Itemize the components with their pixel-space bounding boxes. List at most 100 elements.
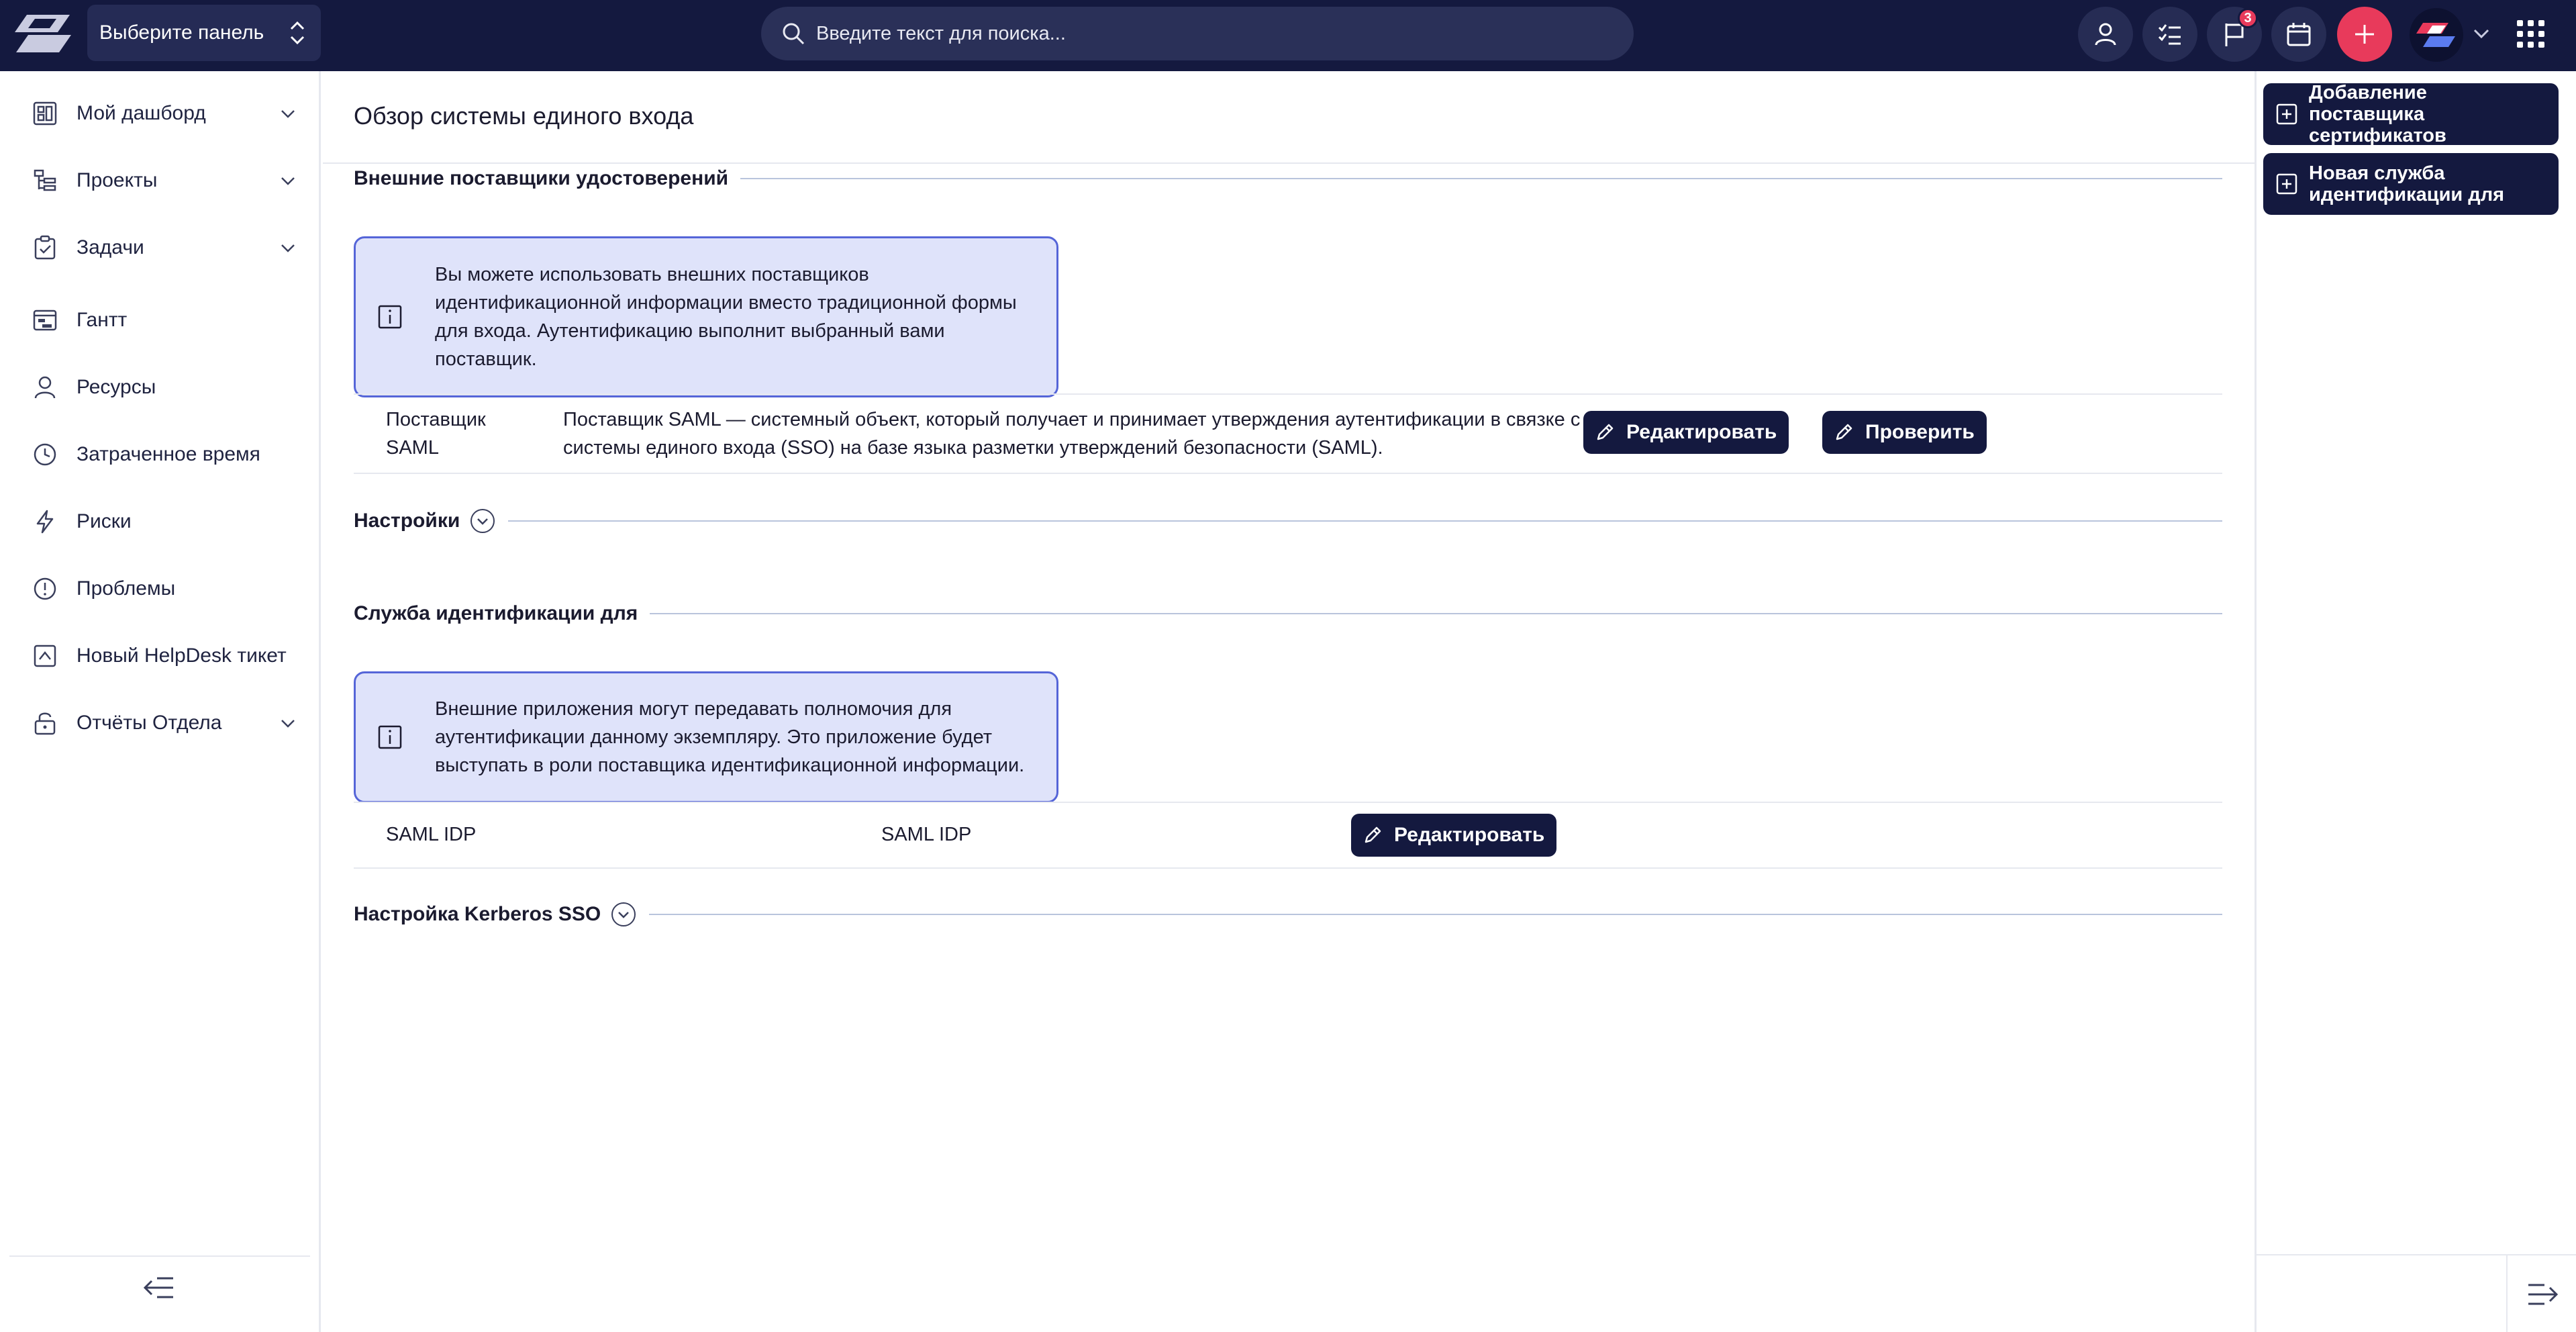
- edit-button-label: Редактировать: [1394, 824, 1545, 846]
- helpdesk-icon: [34, 645, 56, 667]
- right-panel-divider: [2257, 1254, 2576, 1255]
- section-settings[interactable]: Настройки: [354, 508, 2222, 534]
- chevron-down-icon[interactable]: [2472, 24, 2491, 43]
- search-input[interactable]: Введите текст для поиска...: [816, 23, 1066, 45]
- pencil-icon: [1836, 424, 1852, 440]
- collapse-right-panel-icon[interactable]: [2524, 1280, 2559, 1309]
- new-identity-service-label: Новая служба идентификации для: [2309, 162, 2505, 205]
- app-logo[interactable]: [15, 12, 71, 54]
- tasks-icon: [34, 235, 56, 260]
- title-divider: [323, 162, 2255, 164]
- dashboard-icon: [33, 101, 57, 126]
- provider-description: Поставщик SAML — системный объект, котор…: [563, 409, 1681, 459]
- section-kerberos-sso[interactable]: Настройка Kerberos SSO: [354, 901, 2222, 928]
- section-title: Внешние поставщики удостоверений: [354, 167, 729, 189]
- idp-name: SAML IDP: [386, 824, 477, 845]
- sidebar-item-label: Отчёты Отдела: [77, 712, 222, 734]
- table-row-saml-provider: Поставщик SAML Поставщик SAML — системны…: [354, 393, 2222, 474]
- sidebar-item-time-spent[interactable]: Затраченное время: [0, 424, 321, 485]
- sidebar-item-projects[interactable]: Проекты: [0, 150, 321, 211]
- check-button-label: Проверить: [1865, 421, 1975, 443]
- lightning-icon: [36, 510, 54, 534]
- info-box-idp: Вы можете использовать внешних поставщик…: [354, 236, 1058, 397]
- lock-report-icon: [34, 712, 56, 735]
- global-search[interactable]: Введите текст для поиска...: [761, 7, 1634, 60]
- sidebar-item-label: Гантт: [77, 309, 128, 331]
- sidebar-item-label: Задачи: [77, 236, 144, 258]
- clock-icon: [34, 443, 56, 466]
- sidebar-item-risks[interactable]: Риски: [0, 491, 321, 552]
- table-row-saml-idp: SAML IDP SAML IDP Редактировать: [354, 802, 2222, 869]
- sidebar-item-resources[interactable]: Ресурсы: [0, 357, 321, 418]
- plus-square-icon: [2276, 103, 2297, 125]
- sidebar-item-label: Ресурсы: [77, 376, 156, 398]
- sidebar-item-department-reports[interactable]: Отчёты Отдела: [0, 693, 321, 753]
- edit-saml-provider-button[interactable]: Редактировать: [1583, 411, 1789, 454]
- right-panel-divider-vertical: [2506, 1255, 2508, 1332]
- checklist-icon: [2158, 24, 2181, 45]
- alert-circle-icon: [34, 577, 56, 600]
- projects-icon: [34, 169, 56, 191]
- chevron-updown-icon: [290, 21, 305, 45]
- sidebar-item-dashboard[interactable]: Мой дашборд: [0, 83, 321, 144]
- sidebar-item-problems[interactable]: Проблемы: [0, 559, 321, 619]
- checklist-button[interactable]: [2142, 7, 2197, 62]
- edit-saml-idp-button[interactable]: Редактировать: [1351, 814, 1557, 857]
- sidebar-item-label: Риски: [77, 510, 132, 532]
- right-action-panel: Добавление поставщика сертификатов Новая…: [2255, 71, 2576, 1332]
- new-identity-service-button[interactable]: Новая служба идентификации для: [2263, 153, 2559, 215]
- sidebar-divider: [9, 1255, 310, 1257]
- check-saml-provider-button[interactable]: Проверить: [1822, 411, 1987, 454]
- chevron-down-circle-icon[interactable]: [610, 901, 637, 928]
- section-rule: [649, 914, 2222, 915]
- chevron-down-icon[interactable]: [279, 105, 297, 122]
- left-sidebar: Мой дашборд Проекты Задачи Гантт Ресурсы…: [0, 71, 321, 1332]
- sidebar-item-label: Затраченное время: [77, 443, 260, 465]
- idp-type: SAML IDP: [881, 824, 972, 845]
- sidebar-item-label: Мой дашборд: [77, 102, 206, 124]
- pencil-icon: [1365, 826, 1381, 843]
- sidebar-item-gantt[interactable]: Гантт: [0, 290, 321, 350]
- collapse-sidebar-icon[interactable]: [142, 1273, 177, 1302]
- gantt-icon: [33, 310, 57, 331]
- section-rule: [508, 520, 2222, 522]
- plus-icon: [2355, 25, 2374, 44]
- profile-button[interactable]: [2078, 7, 2133, 62]
- add-certificate-provider-button[interactable]: Добавление поставщика сертификатов: [2263, 82, 2559, 146]
- chevron-down-icon[interactable]: [279, 239, 297, 256]
- notifications-button[interactable]: 3: [2207, 7, 2262, 62]
- pencil-icon: [1597, 424, 1614, 440]
- page-title: Обзор системы единого входа: [354, 102, 694, 130]
- info-box-identity-service: Внешние приложения могут передавать полн…: [354, 671, 1058, 803]
- sidebar-item-label: Новый HelpDesk тикет: [77, 645, 287, 667]
- provider-name: Поставщик SAML: [386, 409, 486, 459]
- section-rule: [740, 178, 2222, 179]
- panel-select-label: Выберите панель: [99, 21, 264, 44]
- apps-grid-icon[interactable]: [2516, 19, 2546, 50]
- section-identity-service: Служба идентификации для: [354, 600, 2222, 627]
- info-text: Вы можете использовать внешних поставщик…: [435, 264, 1017, 370]
- section-external-idp: Внешние поставщики удостоверений: [354, 165, 2222, 192]
- user-icon: [2095, 23, 2116, 46]
- quick-add-button[interactable]: [2337, 7, 2392, 62]
- avatar-logo-icon: [2416, 23, 2455, 47]
- section-title: Настройки: [354, 510, 460, 532]
- plus-square-icon: [2276, 173, 2297, 195]
- info-icon: [378, 725, 402, 749]
- user-avatar[interactable]: [2410, 8, 2463, 62]
- section-title: Служба идентификации для: [354, 602, 638, 624]
- chevron-down-icon[interactable]: [279, 172, 297, 189]
- sidebar-item-helpdesk[interactable]: Новый HelpDesk тикет: [0, 626, 321, 686]
- chevron-down-circle-icon[interactable]: [469, 508, 496, 534]
- search-icon: [783, 23, 805, 45]
- edit-button-label: Редактировать: [1626, 421, 1777, 443]
- section-rule: [650, 613, 2222, 614]
- panel-select[interactable]: Выберите панель: [87, 5, 321, 61]
- top-bar: Выберите панель Введите текст для поиска…: [0, 0, 2576, 71]
- chevron-down-icon[interactable]: [279, 714, 297, 732]
- notifications-badge: 3: [2238, 8, 2258, 28]
- add-certificate-provider-label: Добавление поставщика сертификатов: [2309, 82, 2446, 146]
- sidebar-item-label: Проекты: [77, 169, 158, 191]
- sidebar-item-tasks[interactable]: Задачи: [0, 218, 321, 278]
- calendar-button[interactable]: [2271, 7, 2326, 62]
